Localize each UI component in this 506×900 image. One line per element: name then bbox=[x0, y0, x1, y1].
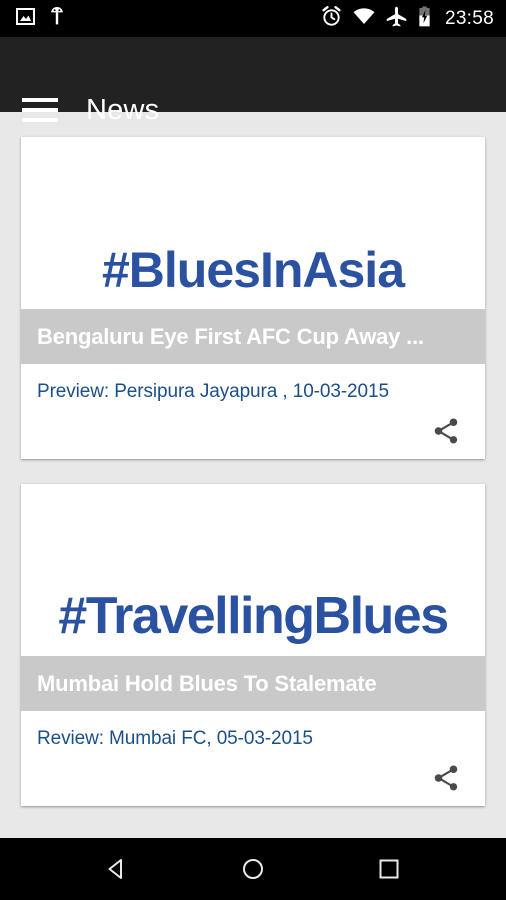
hamburger-icon[interactable] bbox=[22, 95, 59, 126]
card-headline-bar: Bengaluru Eye First AFC Cup Away ... bbox=[21, 309, 485, 364]
news-card[interactable]: #TravellingBlues Mumbai Hold Blues To St… bbox=[21, 484, 485, 806]
news-card[interactable]: #BluesInAsia Bengaluru Eye First AFC Cup… bbox=[21, 137, 485, 459]
status-bar-clock: 23:58 bbox=[444, 7, 494, 29]
card-hashtag: #TravellingBlues bbox=[58, 587, 449, 645]
share-icon[interactable] bbox=[429, 414, 463, 448]
airplane-mode-icon bbox=[386, 6, 407, 32]
status-bar: 23:58 bbox=[0, 0, 506, 37]
home-button[interactable] bbox=[213, 838, 293, 900]
android-screen: 23:58 News #BluesInAsia Bengaluru Eye Fi… bbox=[0, 0, 506, 900]
card-hero-image: #BluesInAsia bbox=[21, 137, 485, 309]
home-circle-icon bbox=[243, 859, 263, 879]
alarm-icon bbox=[321, 5, 342, 32]
card-headline-text: Mumbai Hold Blues To Stalemate bbox=[37, 670, 377, 696]
recents-square-icon bbox=[379, 859, 399, 879]
wifi-icon bbox=[353, 7, 375, 30]
recents-button[interactable] bbox=[349, 838, 429, 900]
hamburger-bar-2 bbox=[22, 108, 58, 112]
status-bar-left-icons bbox=[0, 6, 65, 31]
app-bar: News bbox=[0, 37, 506, 126]
android-debug-icon bbox=[49, 6, 65, 31]
hamburger-bar-1 bbox=[22, 98, 58, 102]
share-icon[interactable] bbox=[429, 761, 463, 795]
card-hashtag: #BluesInAsia bbox=[101, 242, 405, 298]
battery-charging-icon bbox=[418, 6, 431, 32]
card-headline-text: Bengaluru Eye First AFC Cup Away ... bbox=[37, 323, 424, 349]
back-triangle-icon bbox=[108, 859, 122, 879]
card-subtitle: Review: Mumbai FC, 05-03-2015 bbox=[37, 728, 313, 749]
status-bar-right-icons: 23:58 bbox=[321, 0, 494, 37]
card-actions bbox=[21, 750, 485, 806]
card-hero-image: #TravellingBlues bbox=[21, 484, 485, 656]
back-button[interactable] bbox=[77, 838, 157, 900]
card-subtitle: Preview: Persipura Jayapura , 10-03-2015 bbox=[37, 381, 389, 402]
card-headline-bar: Mumbai Hold Blues To Stalemate bbox=[21, 656, 485, 711]
screenshot-icon bbox=[16, 7, 35, 30]
hamburger-bar-3 bbox=[22, 118, 58, 122]
page-title: News bbox=[86, 94, 160, 126]
card-actions bbox=[21, 403, 485, 459]
news-list[interactable]: #BluesInAsia Bengaluru Eye First AFC Cup… bbox=[0, 112, 506, 838]
android-navigation-bar bbox=[0, 838, 506, 900]
